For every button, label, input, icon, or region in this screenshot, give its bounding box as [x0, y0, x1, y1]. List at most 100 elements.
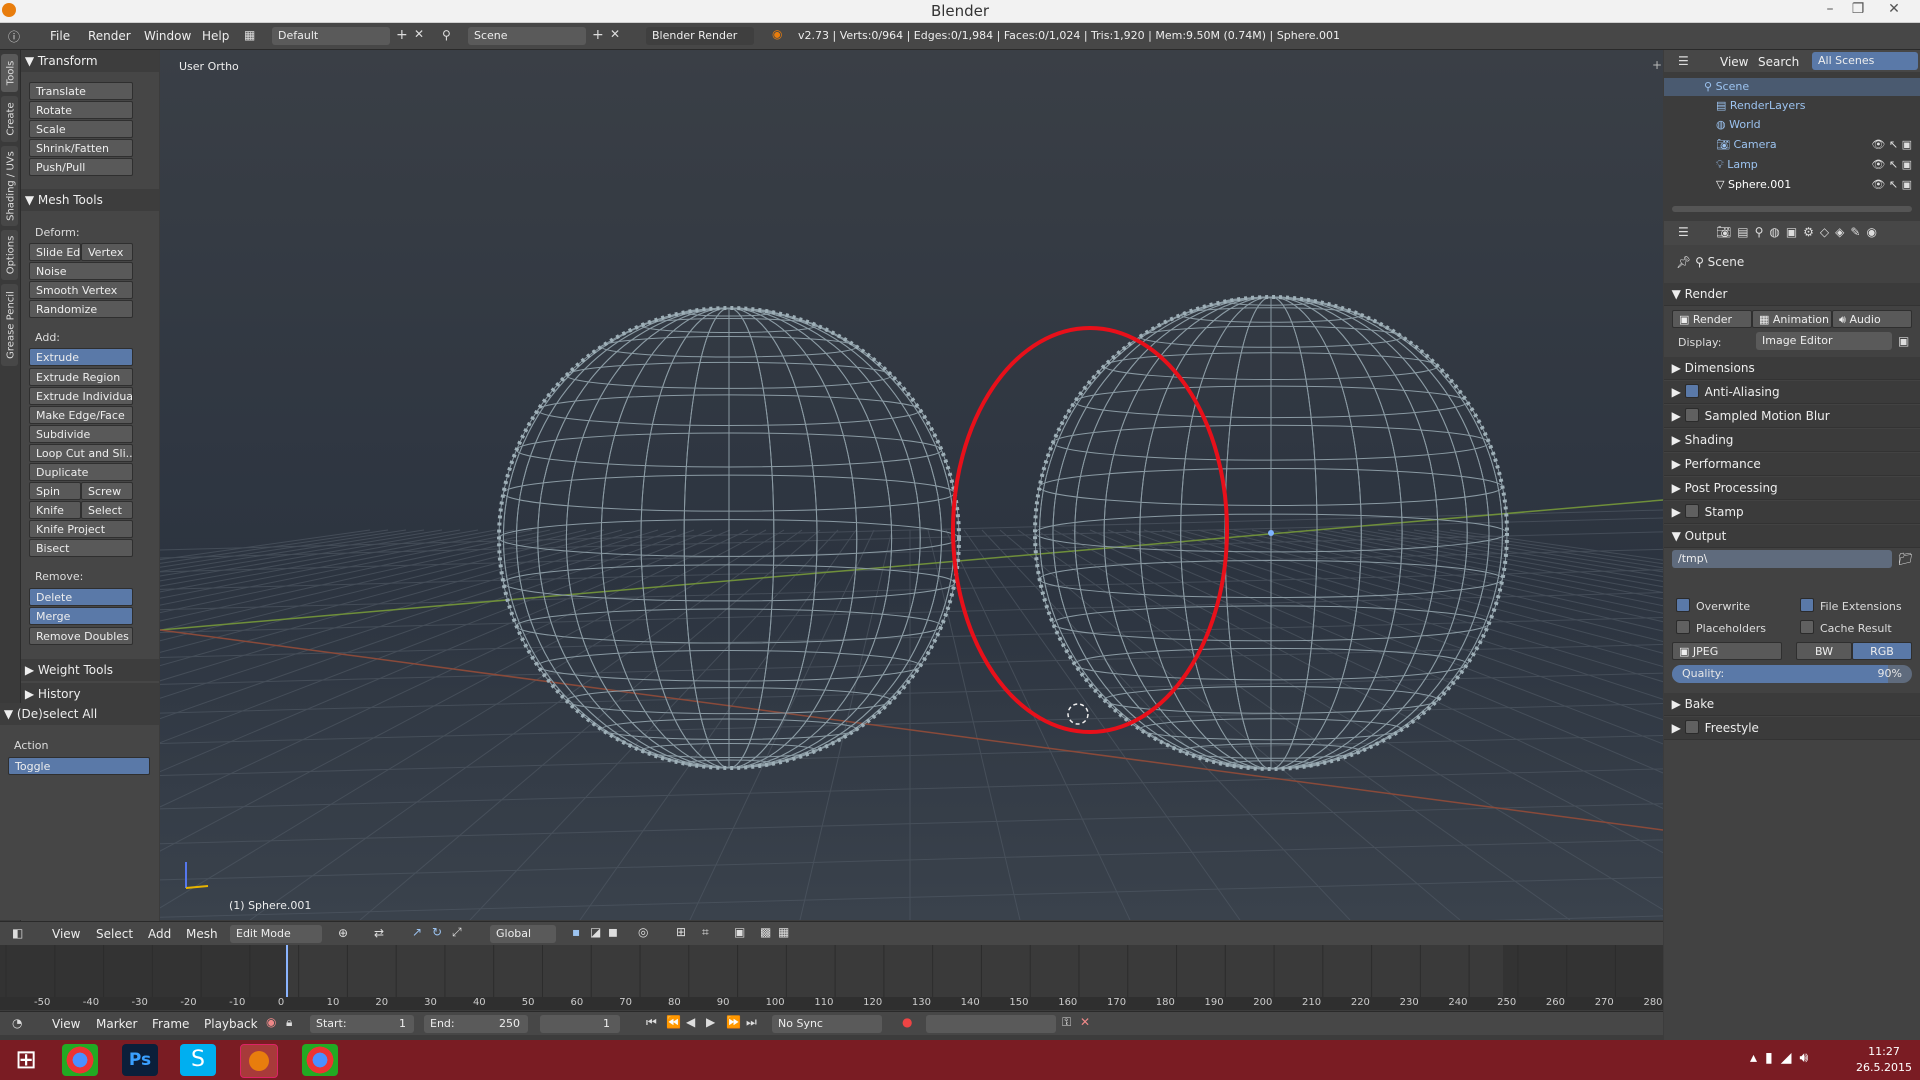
rgb-button[interactable]: RGB	[1852, 642, 1912, 660]
weight-tools-panel-header[interactable]: ▶ Weight Tools	[21, 659, 159, 681]
restore-button[interactable]: ❐	[1846, 1, 1870, 19]
scale-button[interactable]: Scale	[29, 120, 133, 138]
scale-manipulator-icon[interactable]: ⤢	[452, 925, 462, 940]
tab-create[interactable]: Create	[1, 96, 18, 142]
display-mode-select[interactable]: All Scenes	[1812, 52, 1918, 70]
anti-aliasing-panel[interactable]: ▶ Anti-Aliasing	[1664, 381, 1920, 404]
close-button[interactable]: ✕	[1882, 1, 1906, 19]
outliner-row-scene[interactable]: ⚲ Scene	[1664, 78, 1920, 96]
bisect-button[interactable]: Bisect	[29, 539, 133, 557]
motion-blur-checkbox[interactable]	[1684, 408, 1699, 422]
skype-icon[interactable]: S	[180, 1044, 216, 1076]
duplicate-button[interactable]: Duplicate	[29, 463, 133, 481]
vp-menu-select[interactable]: Select	[96, 927, 133, 941]
outliner-row-camera[interactable]: 📷︎ Camera 👁︎ ↖ ▣	[1664, 136, 1920, 154]
extrude-menu[interactable]: Extrude	[29, 348, 133, 366]
add-region-icon[interactable]: +	[1652, 58, 1662, 72]
randomize-button[interactable]: Randomize	[29, 300, 133, 318]
display-window-icon[interactable]: ▣	[1898, 334, 1909, 348]
viewport-canvas[interactable]	[160, 50, 1663, 920]
insert-key-icon[interactable]: ⚿	[1062, 1015, 1071, 1030]
render-animation-button[interactable]: ▦ Animation	[1752, 310, 1832, 328]
tab-shading-uvs[interactable]: Shading / UVs	[1, 146, 18, 226]
smooth-vertex-button[interactable]: Smooth Vertex	[29, 281, 133, 299]
prev-keyframe-icon[interactable]: ⏪	[666, 1015, 681, 1029]
start-frame-field[interactable]: Start: 1	[310, 1015, 414, 1033]
outliner-menu-view[interactable]: View	[1720, 55, 1748, 69]
edge-select-icon[interactable]: ◪	[590, 925, 601, 939]
layout-grid-icon[interactable]: ▦	[244, 28, 255, 42]
display-select[interactable]: Image Editor	[1756, 332, 1892, 350]
play-icon[interactable]: ▶	[706, 1015, 715, 1029]
remove-layout-icon[interactable]: ✕	[414, 27, 424, 41]
vp-menu-mesh[interactable]: Mesh	[186, 927, 218, 941]
translate-manipulator-icon[interactable]: ↗	[412, 925, 422, 939]
chrome-icon[interactable]	[62, 1044, 98, 1076]
blender-task-icon[interactable]	[240, 1044, 278, 1078]
extrude-individual-button[interactable]: Extrude Individual	[29, 387, 133, 405]
vp-menu-add[interactable]: Add	[148, 927, 171, 941]
sync-select[interactable]: No Sync	[772, 1015, 882, 1033]
action-select[interactable]: Toggle	[8, 757, 150, 775]
render-still-button[interactable]: ▣ Render	[1672, 310, 1752, 328]
manipulator-icon[interactable]: ⇄	[374, 926, 384, 940]
mesh-tools-panel-header[interactable]: ▼ Mesh Tools	[21, 189, 159, 211]
visibility-icons[interactable]: 👁︎ ↖ ▣	[1871, 136, 1912, 154]
tray-icons[interactable]: ▴▮◢🔊︎	[1750, 1050, 1816, 1066]
bw-button[interactable]: BW	[1796, 642, 1852, 660]
render-audio-button[interactable]: 🔊︎ Audio	[1832, 310, 1912, 328]
camera-render-icon[interactable]: ▩	[760, 925, 771, 939]
clock-time[interactable]: 11:27	[1854, 1045, 1914, 1058]
delete-key-icon[interactable]: ✕	[1080, 1015, 1090, 1029]
tab-options[interactable]: Options	[1, 230, 18, 280]
tl-menu-view[interactable]: View	[52, 1017, 80, 1031]
rotate-manipulator-icon[interactable]: ↻	[432, 925, 442, 939]
visibility-icons[interactable]: 👁︎ ↖ ▣	[1871, 176, 1912, 194]
anim-render-icon[interactable]: ▦	[778, 925, 789, 939]
remove-scene-icon[interactable]: ✕	[610, 27, 620, 41]
vp-menu-view[interactable]: View	[52, 927, 80, 941]
overwrite-option[interactable]: Overwrite	[1676, 598, 1750, 613]
menu-window[interactable]: Window	[144, 29, 191, 43]
freestyle-checkbox[interactable]	[1684, 720, 1699, 734]
placeholders-checkbox[interactable]	[1676, 620, 1690, 634]
dimensions-panel[interactable]: ▶ Dimensions	[1664, 357, 1920, 380]
visibility-icons[interactable]: 👁︎ ↖ ▣	[1871, 156, 1912, 174]
current-frame-field[interactable]: 1	[540, 1015, 620, 1033]
history-panel-header[interactable]: ▶ History	[21, 683, 159, 705]
screw-button[interactable]: Screw	[81, 482, 133, 500]
bake-panel[interactable]: ▶ Bake	[1664, 693, 1920, 716]
overwrite-checkbox[interactable]	[1676, 598, 1690, 612]
stamp-panel[interactable]: ▶ Stamp	[1664, 501, 1920, 524]
chrome-icon-2[interactable]	[302, 1044, 338, 1076]
opengl-render-icon[interactable]: ▣	[734, 925, 745, 939]
3d-cursor-icon[interactable]	[1067, 703, 1089, 725]
snap-target-icon[interactable]: ⌗	[702, 925, 709, 940]
photoshop-icon[interactable]: Ps	[122, 1044, 158, 1076]
file-extensions-option[interactable]: File Extensions	[1800, 598, 1902, 613]
render-panel-header[interactable]: ▼ Render	[1664, 283, 1920, 306]
add-layout-icon[interactable]: +	[396, 27, 408, 43]
tl-menu-marker[interactable]: Marker	[96, 1017, 137, 1031]
knife-button[interactable]: Knife	[29, 501, 81, 519]
play-reverse-icon[interactable]: ◀	[686, 1015, 695, 1029]
output-path-input[interactable]: /tmp\	[1672, 550, 1892, 568]
editor-type-icon[interactable]: ◧	[12, 926, 23, 940]
properties-editor-icon[interactable]: ☰	[1678, 225, 1689, 239]
timeline[interactable]: -50 -40 -30 -20 -10 0 10 20 30 40 50 60 70 80 90 100 110…	[0, 945, 1663, 1010]
menu-file[interactable]: File	[50, 29, 70, 43]
rotate-button[interactable]: Rotate	[29, 101, 133, 119]
jump-end-icon[interactable]: ⏭	[746, 1015, 757, 1030]
push-pull-button[interactable]: Push/Pull	[29, 158, 133, 176]
output-panel-header[interactable]: ▼ Output	[1664, 525, 1920, 548]
windows-start-icon[interactable]: ⊞	[8, 1044, 44, 1076]
record-icon[interactable]: ●	[902, 1015, 912, 1029]
property-context-tabs[interactable]: 📷︎▤⚲◍▣⚙◇◈✎◉	[1716, 225, 1883, 239]
render-engine-select[interactable]: Blender Render	[646, 27, 754, 45]
slide-edge-button[interactable]: Slide Ed	[29, 243, 81, 261]
make-edge-face-button[interactable]: Make Edge/Face	[29, 406, 133, 424]
delete-menu[interactable]: Delete	[29, 588, 133, 606]
vertex-select-icon[interactable]: ▪	[572, 925, 580, 939]
menu-help[interactable]: Help	[202, 29, 229, 43]
noise-button[interactable]: Noise	[29, 262, 133, 280]
